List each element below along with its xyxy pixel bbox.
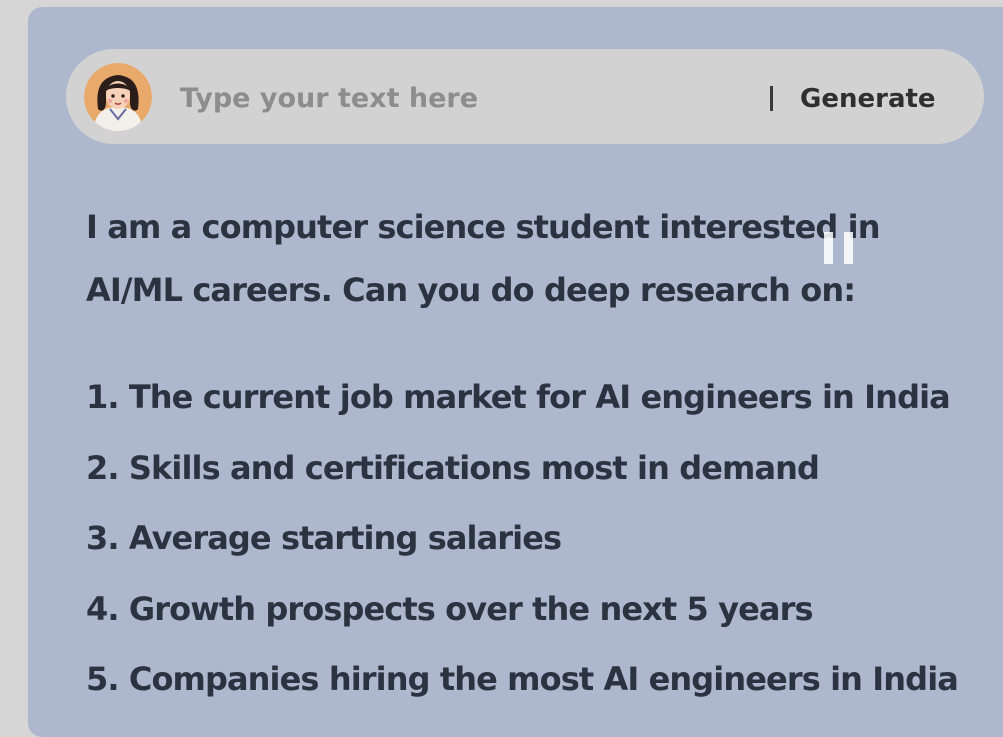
pause-bar-left: [824, 232, 833, 264]
prompt-text: I am a computer science student interest…: [86, 196, 976, 715]
pause-icon[interactable]: [824, 232, 856, 264]
generate-button[interactable]: Generate: [790, 78, 946, 120]
pause-bar-right: [844, 232, 853, 264]
prompt-intro-line: AI/ML careers. Can you do deep research …: [86, 271, 856, 309]
list-item: 3. Average starting salaries: [86, 519, 562, 557]
girl-avatar-icon: [84, 63, 152, 131]
list-item: 4. Growth prospects over the next 5 year…: [86, 589, 814, 628]
input-divider: [770, 86, 773, 111]
list-item: 5. Companies hiring the most AI engineer…: [86, 660, 959, 698]
research-topic-list: 1. The current job market for AI enginee…: [86, 362, 976, 715]
list-item: 2. Skills and certifications most in dem…: [86, 448, 820, 487]
list-item: 1. The current job market for AI enginee…: [86, 378, 951, 416]
prompt-text-input[interactable]: [180, 78, 740, 118]
